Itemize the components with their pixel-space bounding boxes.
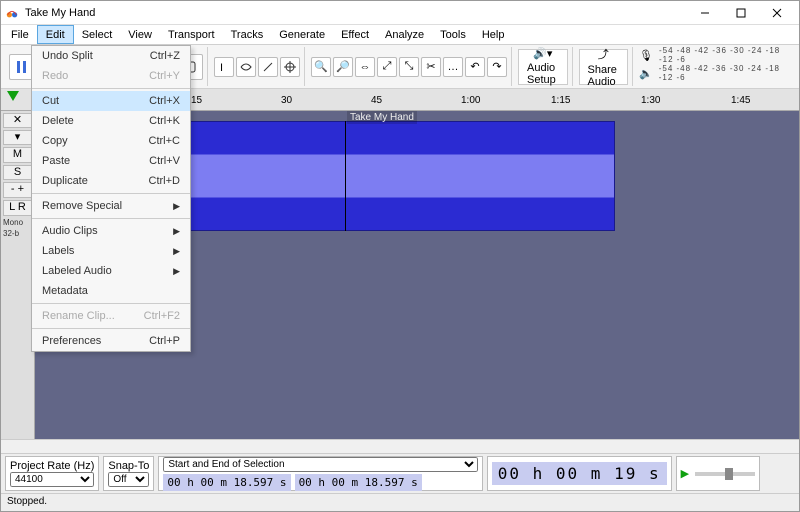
audio-setup-button[interactable]: 🔊▾ Audio Setup [518,49,568,85]
menu-file[interactable]: File [3,25,37,44]
menu-analyze[interactable]: Analyze [377,25,432,44]
ruler-tick: 30 [281,95,292,106]
project-rate-select[interactable]: 44100 [10,472,94,487]
menu-generate[interactable]: Generate [271,25,333,44]
app-icon [5,6,19,20]
share-audio-button[interactable]: ⤴ Share Audio [579,49,629,85]
multi-tool-icon[interactable] [280,57,300,77]
edit-menu-rename-clip-: Rename Clip...Ctrl+F2 [32,306,190,326]
menu-select[interactable]: Select [74,25,121,44]
window-title: Take My Hand [25,7,687,19]
audio-position-time[interactable]: 00 h 00 m 19 s [492,462,667,485]
edit-menu-audio-clips[interactable]: Audio Clips▶ [32,221,190,241]
solo-button[interactable]: S [3,165,32,180]
selection-mode-select[interactable]: Start and End of Selection [163,457,477,472]
ruler-tick: 1:45 [731,95,750,106]
clip-title: Take My Hand [347,111,417,124]
playhead-marker[interactable] [7,91,19,101]
close-button[interactable] [759,1,795,24]
speaker-meter-icon[interactable]: 🔈 [639,67,653,80]
fit-project-icon[interactable]: ⤢ [377,57,397,77]
edit-menu-remove-special[interactable]: Remove Special▶ [32,196,190,216]
track-control-panel[interactable]: ✕ ▾ M S - + L R Mono 32-b [1,111,35,439]
zoom-out-icon[interactable]: 🔎 [333,57,353,77]
edit-menu-redo: RedoCtrl+Y [32,66,190,86]
trim-outside-icon[interactable]: ✂ [421,57,441,77]
edit-menu-preferences[interactable]: PreferencesCtrl+P [32,331,190,351]
edit-menu-copy[interactable]: CopyCtrl+C [32,131,190,151]
edit-dropdown: Undo SplitCtrl+ZRedoCtrl+Y CutCtrl+XDelet… [31,45,191,352]
draw-tool-icon[interactable] [258,57,278,77]
menu-help[interactable]: Help [474,25,513,44]
selection-end-time[interactable]: 00 h 00 m 18.597 s [295,474,422,491]
share-icon: ⤴ [598,46,609,62]
status-bar: Stopped. [1,493,799,511]
menubar: File Edit Select View Transport Tracks G… [1,25,799,45]
selection-tool-icon[interactable]: I [214,57,234,77]
track-format-bits: 32-b [3,229,32,238]
edit-menu-labeled-audio[interactable]: Labeled Audio▶ [32,261,190,281]
ruler-tick: 1:15 [551,95,570,106]
silence-icon[interactable]: … [443,57,463,77]
ruler-tick: 1:30 [641,95,660,106]
mute-button[interactable]: M [3,147,32,162]
gain-slider[interactable]: - + [3,182,32,198]
edit-menu-delete[interactable]: DeleteCtrl+K [32,111,190,131]
edit-menu-duplicate[interactable]: DuplicateCtrl+D [32,171,190,191]
horizontal-scrollbar[interactable] [1,439,799,453]
playback-speed-slider[interactable] [695,472,755,476]
menu-view[interactable]: View [120,25,160,44]
menu-transport[interactable]: Transport [160,25,223,44]
menu-tools[interactable]: Tools [432,25,474,44]
play-at-speed-button[interactable]: ▶ [681,467,689,480]
menu-tracks[interactable]: Tracks [223,25,272,44]
ruler-tick: 15 [191,95,202,106]
zoom-toggle-icon[interactable]: ⤡ [399,57,419,77]
zoom-in-icon[interactable]: 🔍 [311,57,331,77]
envelope-tool-icon[interactable] [236,57,256,77]
track-close-button[interactable]: ✕ [3,113,32,128]
fit-selection-icon[interactable]: ⇔ [355,57,375,77]
snap-to-select[interactable]: Off [108,472,149,487]
project-rate-label: Project Rate (Hz) [10,460,94,472]
redo-icon[interactable]: ↷ [487,57,507,77]
track-format-mono: Mono [3,218,32,227]
undo-icon[interactable]: ↶ [465,57,485,77]
menu-effect[interactable]: Effect [333,25,377,44]
speaker-icon: 🔊▾ [533,47,552,60]
edit-menu-metadata[interactable]: Metadata [32,281,190,301]
share-audio-label: Share Audio [588,64,620,88]
edit-menu-undo-split[interactable]: Undo SplitCtrl+Z [32,46,190,66]
play-meter[interactable]: -54 -48 -42 -36 -30 -24 -18 -12 -6 [659,65,791,81]
pan-slider[interactable]: L R [3,200,32,216]
audio-setup-label: Audio Setup [527,62,559,86]
edit-menu-paste[interactable]: PasteCtrl+V [32,151,190,171]
svg-text:I: I [220,62,223,73]
menu-edit[interactable]: Edit [37,25,74,44]
ruler-tick: 1:00 [461,95,480,106]
track-menu-button[interactable]: ▾ [3,130,32,145]
clip-split-line [345,121,346,231]
mic-icon[interactable]: 🎙 [639,49,653,62]
ruler-tick: 45 [371,95,382,106]
minimize-button[interactable] [687,1,723,24]
record-meter[interactable]: -54 -48 -42 -36 -30 -24 -18 -12 -6 [659,47,791,63]
selection-start-time[interactable]: 00 h 00 m 18.597 s [163,474,290,491]
maximize-button[interactable] [723,1,759,24]
selection-toolbar: Project Rate (Hz) 44100 Snap-To Off Star… [1,453,799,493]
snap-to-label: Snap-To [108,460,149,472]
edit-menu-cut[interactable]: CutCtrl+X [32,91,190,111]
edit-menu-labels[interactable]: Labels▶ [32,241,190,261]
